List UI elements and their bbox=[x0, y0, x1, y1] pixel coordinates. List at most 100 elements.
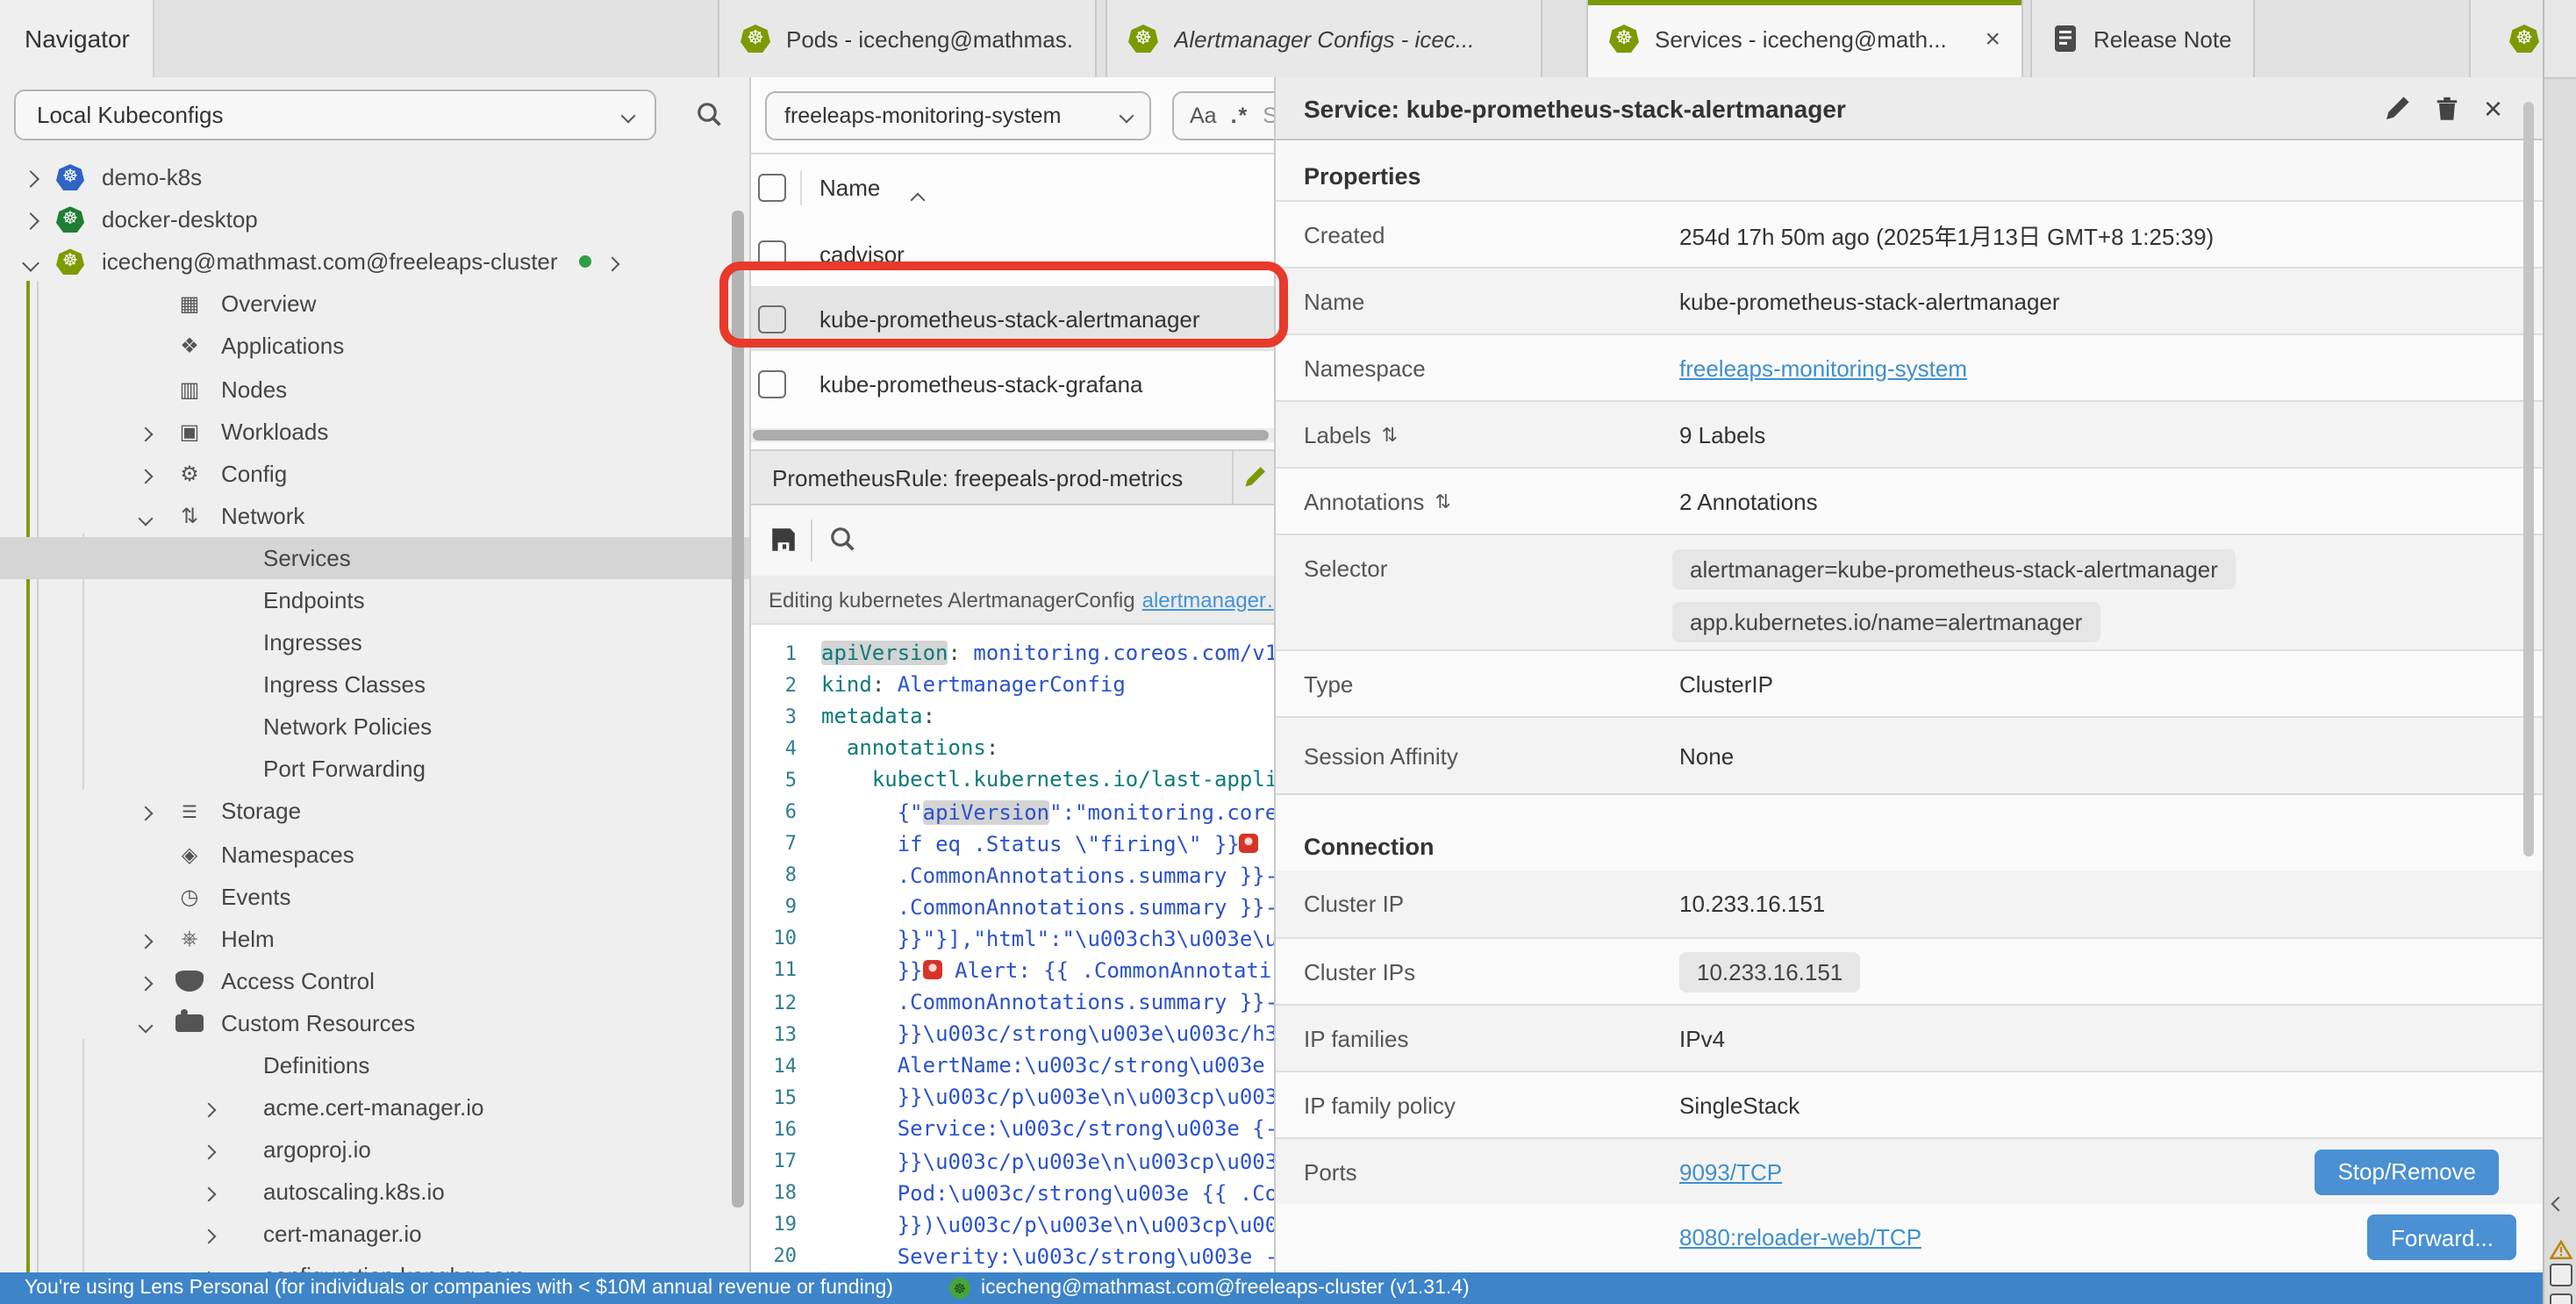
row-checkbox[interactable] bbox=[758, 369, 786, 398]
sidebar-item-nodes[interactable]: Nodes bbox=[0, 368, 751, 410]
row-annotations: Annotations⇅ 2 Annotations bbox=[1276, 467, 2543, 534]
port-link[interactable]: 9093/TCP bbox=[1679, 1158, 1782, 1185]
sort-asc-icon[interactable] bbox=[911, 193, 926, 208]
horizontal-scrollbar[interactable] bbox=[751, 428, 1274, 442]
sidebar-item-definitions[interactable]: Definitions bbox=[0, 1044, 751, 1086]
code-line[interactable]: 6 {"apiVersion":"monitoring.core bbox=[751, 796, 1274, 828]
alertmanagerconfig-link[interactable]: alertmanager… bbox=[1142, 587, 1274, 612]
code-line[interactable]: 1apiVersion: monitoring.coreos.com/v1 bbox=[751, 637, 1274, 669]
save-icon[interactable] bbox=[769, 525, 798, 563]
sidebar-item-events[interactable]: Events bbox=[0, 875, 751, 917]
sidebar-item-access-control[interactable]: Access Control bbox=[0, 960, 751, 1002]
select-all-checkbox[interactable] bbox=[758, 174, 786, 202]
regex-icon[interactable]: .* bbox=[1231, 104, 1249, 128]
code-line[interactable]: 20 Severity:\u003c/strong\u003e - bbox=[751, 1241, 1274, 1272]
close-tab-icon[interactable]: × bbox=[1971, 24, 2000, 54]
chevron-right-icon[interactable] bbox=[605, 257, 620, 272]
code-line[interactable]: 19 }})\u003c/p\u003e\n\u003cp\u00 bbox=[751, 1208, 1274, 1240]
editor-search-icon[interactable] bbox=[828, 525, 856, 562]
code-line[interactable]: 4 annotations: bbox=[751, 733, 1274, 764]
tab-release-notes[interactable]: Release Notes bbox=[2030, 0, 2255, 77]
sidebar-item-ingress-classes[interactable]: Ingress Classes bbox=[0, 663, 751, 706]
tab-services[interactable]: Services - icecheng@math... × bbox=[1586, 0, 2023, 77]
code-line[interactable]: 17 }}\u003c/p\u003e\n\u003cp\u003 bbox=[751, 1145, 1274, 1177]
row-created: Created 254d 17h 50m ago (2025年1月13日 GMT… bbox=[1276, 200, 2543, 267]
sidebar-item-acme-cert-manager-io[interactable]: acme.cert-manager.io bbox=[0, 1086, 751, 1128]
active-cluster-label[interactable]: icecheng@mathmast.com@freeleaps-cluster … bbox=[981, 1278, 1470, 1299]
namespace-select[interactable]: freeleaps-monitoring-system bbox=[765, 91, 1151, 140]
forward-button[interactable]: Forward... bbox=[2368, 1214, 2516, 1260]
code-line[interactable]: 5 kubectl.kubernetes.io/last-appli bbox=[751, 764, 1274, 796]
sidebar-item-custom-resources[interactable]: Custom Resources bbox=[0, 1002, 751, 1044]
selector-chip[interactable]: app.kubernetes.io/name=alertmanager bbox=[1672, 602, 2100, 642]
sidebar-item-freeleaps-cluster[interactable]: icecheng@mathmast.com@freeleaps-cluster bbox=[0, 240, 751, 283]
prometheusrule-dock-tab[interactable]: PrometheusRule: freepeals-prod-metrics bbox=[751, 449, 1274, 505]
port-link[interactable]: 8080:reloader-web/TCP bbox=[1679, 1224, 1921, 1250]
sidebar-scrollbar[interactable] bbox=[732, 211, 744, 1207]
drawer-header: Service: kube-prometheus-stack-alertmana… bbox=[1276, 77, 2543, 140]
code-line[interactable]: 10 }}"}],"html":"\u003ch3\u003e\u bbox=[751, 923, 1274, 955]
sidebar-item-network[interactable]: Network bbox=[0, 495, 751, 537]
match-case-icon[interactable]: Aa bbox=[1190, 104, 1217, 128]
close-icon[interactable]: × bbox=[2484, 92, 2502, 124]
sidebar-item-demo-k8s[interactable]: demo-k8s bbox=[0, 156, 751, 198]
search-input[interactable]: Search bbox=[1263, 104, 1274, 128]
code-line[interactable]: 15 }}\u003c/p\u003e\n\u003cp\u003 bbox=[751, 1082, 1274, 1114]
edit-resource-button[interactable] bbox=[1232, 449, 1274, 505]
search-icon[interactable] bbox=[695, 100, 723, 137]
sort-updown-icon[interactable]: ⇅ bbox=[1435, 490, 1450, 512]
sidebar-item-configuration-konghq-com[interactable]: configuration.konghq.com bbox=[0, 1256, 751, 1272]
chevron-left-icon[interactable] bbox=[2551, 1197, 2566, 1212]
selector-chip[interactable]: alertmanager=kube-prometheus-stack-alert… bbox=[1672, 549, 2236, 590]
table-row-kube-prometheus-stack-grafana[interactable]: kube-prometheus-stack-grafana bbox=[751, 351, 1274, 418]
drawer-scrollbar[interactable] bbox=[2523, 102, 2534, 856]
name-column-header[interactable]: Name bbox=[819, 175, 880, 201]
scrollbar-thumb[interactable] bbox=[753, 430, 1269, 441]
stop-remove-button[interactable]: Stop/Remove bbox=[2315, 1149, 2499, 1194]
sidebar-item-namespaces[interactable]: Namespaces bbox=[0, 833, 751, 875]
sidebar-item-workloads[interactable]: Workloads bbox=[0, 410, 751, 452]
sidebar-item-config[interactable]: Config bbox=[0, 452, 751, 494]
table-row-partial[interactable]: kube-prometheus-stack-… bbox=[751, 416, 1274, 428]
code-line[interactable]: 2kind: AlertmanagerConfig bbox=[751, 669, 1274, 700]
kubeconfig-select[interactable]: Local Kubeconfigs bbox=[14, 90, 656, 140]
tab-alertmanager-configs[interactable]: Alertmanager Configs - icec... bbox=[1106, 0, 1542, 77]
sidebar-item-applications[interactable]: Applications bbox=[0, 326, 751, 368]
trash-icon[interactable] bbox=[2435, 94, 2461, 122]
sort-updown-icon[interactable]: ⇅ bbox=[1382, 423, 1398, 446]
chevron-right-icon bbox=[139, 976, 154, 991]
sidebar-item-endpoints[interactable]: Endpoints bbox=[0, 579, 751, 621]
namespace-link[interactable]: freeleaps-monitoring-system bbox=[1679, 355, 1967, 381]
code-line[interactable]: 18 Pod:\u003c/strong\u003e {{ .Co bbox=[751, 1177, 1274, 1208]
sidebar-item-cert-manager-io[interactable]: cert-manager.io bbox=[0, 1214, 751, 1256]
tab-pods[interactable]: Pods - icecheng@mathmas... bbox=[718, 0, 1097, 77]
sidebar-item-storage[interactable]: Storage bbox=[0, 791, 751, 833]
chevron-right-icon bbox=[202, 1103, 217, 1118]
cluster-ip-chip[interactable]: 10.233.16.151 bbox=[1679, 951, 1860, 992]
chevron-right-icon bbox=[202, 1229, 217, 1244]
nodes-icon bbox=[175, 376, 204, 401]
code-line[interactable]: 14 AlertName:\u003c/strong\u003e bbox=[751, 1050, 1274, 1081]
yaml-editor[interactable]: 1apiVersion: monitoring.coreos.com/v1 2k… bbox=[751, 625, 1274, 1272]
sidebar-item-services[interactable]: Services bbox=[0, 537, 751, 579]
sidebar-item-docker-desktop[interactable]: docker-desktop bbox=[0, 198, 751, 240]
sidebar-item-argoproj-io[interactable]: argoproj.io bbox=[0, 1128, 751, 1171]
code-line[interactable]: 8 .CommonAnnotations.summary }}- bbox=[751, 859, 1274, 891]
sidebar-item-port-forwarding[interactable]: Port Forwarding bbox=[0, 749, 751, 791]
code-line[interactable]: 11 }} Alert: {{ .CommonAnnotati bbox=[751, 955, 1274, 986]
sidebar-item-ingresses[interactable]: Ingresses bbox=[0, 621, 751, 663]
code-line[interactable]: 9 .CommonAnnotations.summary }}- bbox=[751, 892, 1274, 923]
chevron-right-icon bbox=[22, 170, 39, 188]
sidebar-item-network-policies[interactable]: Network Policies bbox=[0, 706, 751, 748]
code-line[interactable]: 12 .CommonAnnotations.summary }}- bbox=[751, 986, 1274, 1018]
sidebar-item-overview[interactable]: Overview bbox=[0, 283, 751, 326]
code-line[interactable]: 13 }}\u003c/strong\u003e\u003c/h3 bbox=[751, 1018, 1274, 1050]
pencil-icon[interactable] bbox=[2384, 94, 2412, 122]
sidebar-item-autoscaling-k8s-io[interactable]: autoscaling.k8s.io bbox=[0, 1171, 751, 1214]
code-line[interactable]: 16 Service:\u003c/strong\u003e {- bbox=[751, 1114, 1274, 1145]
sidebar-item-helm[interactable]: Helm bbox=[0, 917, 751, 959]
code-line[interactable]: 3metadata: bbox=[751, 700, 1274, 732]
code-line[interactable]: 7 if eq .Status \"firing\" }} bbox=[751, 828, 1274, 859]
row-selector: Selector alertmanager=kube-prometheus-st… bbox=[1276, 534, 2543, 649]
search-box[interactable]: Aa .* Search bbox=[1172, 91, 1274, 140]
